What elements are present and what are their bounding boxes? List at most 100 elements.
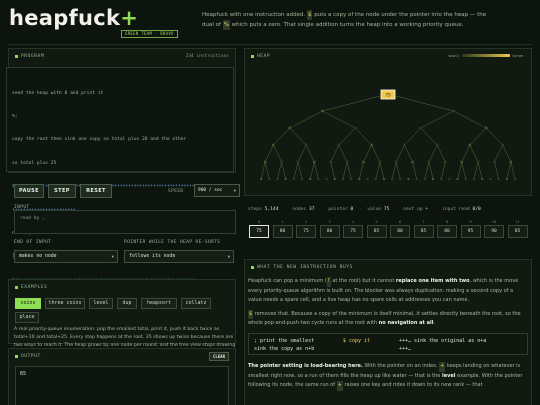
heap-node bbox=[435, 143, 439, 147]
example-chip-three-coins[interactable]: three coins bbox=[45, 298, 85, 309]
heap-cell-index: 3 bbox=[328, 219, 331, 224]
heap-edge bbox=[363, 144, 372, 163]
heap-node bbox=[493, 160, 496, 164]
heap-edge bbox=[424, 161, 430, 180]
heap-cell[interactable]: 85 bbox=[507, 225, 528, 238]
heap-edge bbox=[387, 93, 454, 112]
step-button[interactable]: STEP bbox=[48, 184, 76, 198]
doc-title-label: WHAT THE NEW INSTRUCTION BUYS bbox=[257, 265, 353, 270]
heap-node bbox=[481, 178, 484, 180]
heap-edge bbox=[281, 161, 286, 180]
speed-value: 900 / sec bbox=[198, 188, 223, 193]
heap-edge bbox=[457, 161, 462, 180]
heap-edge bbox=[473, 161, 479, 180]
heap-nodes bbox=[260, 109, 516, 180]
heap-node bbox=[448, 178, 451, 180]
app-logo: heapfuck+ bbox=[9, 6, 138, 30]
heap-node bbox=[407, 178, 410, 180]
heap-cell[interactable]: 95 bbox=[460, 225, 481, 238]
heap-node bbox=[284, 178, 287, 180]
heap-cell[interactable]: 80 bbox=[272, 225, 293, 238]
doc-content: Heapfuck can pop a minimum (! at the roo… bbox=[248, 277, 528, 395]
heap-edge bbox=[264, 161, 270, 180]
heap-cell[interactable]: 80 bbox=[437, 225, 457, 238]
heap-cell-index: 9 bbox=[469, 219, 472, 224]
example-chip-level[interactable]: level bbox=[89, 298, 113, 309]
code-line: copy the root then sink one copy so tota… bbox=[12, 137, 187, 143]
pointer-value: 0 bbox=[350, 207, 354, 212]
code-comment: $ copy it bbox=[343, 337, 371, 344]
heap-cell-index: 11 bbox=[515, 219, 520, 224]
pause-button[interactable]: PAUSE bbox=[14, 184, 44, 198]
doc-text: raises one key and rides it down to its … bbox=[342, 382, 483, 389]
doc-emphasis: no navigation at all bbox=[378, 320, 434, 327]
heap-cell-index: 1 bbox=[281, 219, 284, 224]
heap-cell[interactable]: 85 bbox=[366, 225, 387, 238]
heap-node bbox=[485, 126, 488, 130]
heap-cell[interactable]: 75 bbox=[343, 225, 363, 238]
heap-edge bbox=[338, 144, 348, 163]
heap-node bbox=[378, 160, 382, 164]
examples-panel-title: EXAMPLES bbox=[15, 285, 47, 290]
pointer-resort-value: follows its node bbox=[129, 254, 176, 259]
heap-edge bbox=[494, 144, 503, 163]
next-op-label: next op bbox=[403, 207, 423, 212]
heap-node bbox=[427, 160, 431, 164]
panel-marker-icon bbox=[15, 286, 18, 289]
heap-node bbox=[370, 143, 373, 147]
heap-edge bbox=[428, 161, 434, 180]
input-field[interactable]: read by , bbox=[14, 210, 236, 234]
example-chip-heapsort[interactable]: heapsort bbox=[141, 298, 177, 309]
pointer-resort-select[interactable]: follows its node ▼ bbox=[124, 250, 234, 263]
heap-tree: 75 bbox=[260, 89, 516, 180]
heap-edge bbox=[297, 161, 303, 180]
heap-node bbox=[460, 160, 463, 164]
heap-cell-index: 7 bbox=[422, 219, 425, 224]
nodes-label: nodes bbox=[292, 207, 307, 212]
heap-edge bbox=[412, 161, 417, 180]
example-chip-collatz[interactable]: collatz bbox=[181, 298, 211, 309]
clear-output-button[interactable]: CLEAR bbox=[208, 352, 229, 361]
heap-edge bbox=[469, 144, 479, 163]
example-chip-dup[interactable]: dup bbox=[117, 298, 137, 309]
reset-button[interactable]: RESET bbox=[80, 184, 112, 198]
chevron-down-icon: ▼ bbox=[227, 254, 230, 259]
team-badge: GREEN TEAM · BRAVO bbox=[121, 30, 178, 38]
end-of-input-select[interactable]: makes no node ▼ bbox=[14, 250, 118, 263]
input-read-value: 0/0 bbox=[472, 207, 481, 212]
speed-select[interactable]: 900 / sec ▼ bbox=[194, 184, 240, 197]
heap-root-value: 75 bbox=[385, 93, 391, 99]
example-chip-coins[interactable]: coins bbox=[15, 298, 41, 309]
panel-marker-icon bbox=[251, 55, 254, 58]
program-editor[interactable]: seed the heap with 8 and print it %; cop… bbox=[6, 67, 234, 353]
header-divider bbox=[8, 44, 532, 45]
heap-cell[interactable]: 80 bbox=[319, 225, 340, 238]
heap-node bbox=[423, 178, 426, 180]
app-header: heapfuck+ GREEN TEAM · BRAVO Heapfuck wi… bbox=[0, 0, 540, 45]
output-title-label: OUTPUT bbox=[21, 354, 41, 359]
end-of-input-label: END OF INPUT bbox=[14, 240, 52, 245]
heap-edge bbox=[375, 161, 381, 180]
heap-panel-title: HEAP bbox=[251, 54, 270, 59]
input-read-label: input read bbox=[442, 207, 470, 212]
heap-node bbox=[468, 143, 472, 147]
heap-node bbox=[513, 178, 516, 180]
heap-cell[interactable]: 75 bbox=[296, 225, 316, 238]
heap-node bbox=[497, 178, 500, 180]
heap-node bbox=[317, 178, 320, 180]
heap-node bbox=[350, 178, 353, 180]
heap-edge bbox=[453, 110, 487, 129]
heap-cell[interactable]: 75 bbox=[249, 225, 269, 238]
run-stats: steps 5,144 · nodes 37 · pointer 0 · val… bbox=[248, 207, 481, 212]
example-chip-place[interactable]: place bbox=[15, 312, 39, 323]
heap-cell[interactable]: 90 bbox=[484, 225, 504, 238]
heap-cell[interactable]: 80 bbox=[390, 225, 410, 238]
program-panel-title: PROGRAM bbox=[15, 54, 44, 59]
heap-node bbox=[489, 178, 492, 180]
heap-cell[interactable]: 85 bbox=[413, 225, 434, 238]
heap-edge bbox=[289, 110, 323, 129]
heap-node bbox=[432, 178, 435, 180]
code-comment: +++… sink the original as n+a bbox=[399, 337, 487, 344]
heap-node bbox=[288, 126, 291, 130]
examples-title-label: EXAMPLES bbox=[21, 285, 48, 290]
